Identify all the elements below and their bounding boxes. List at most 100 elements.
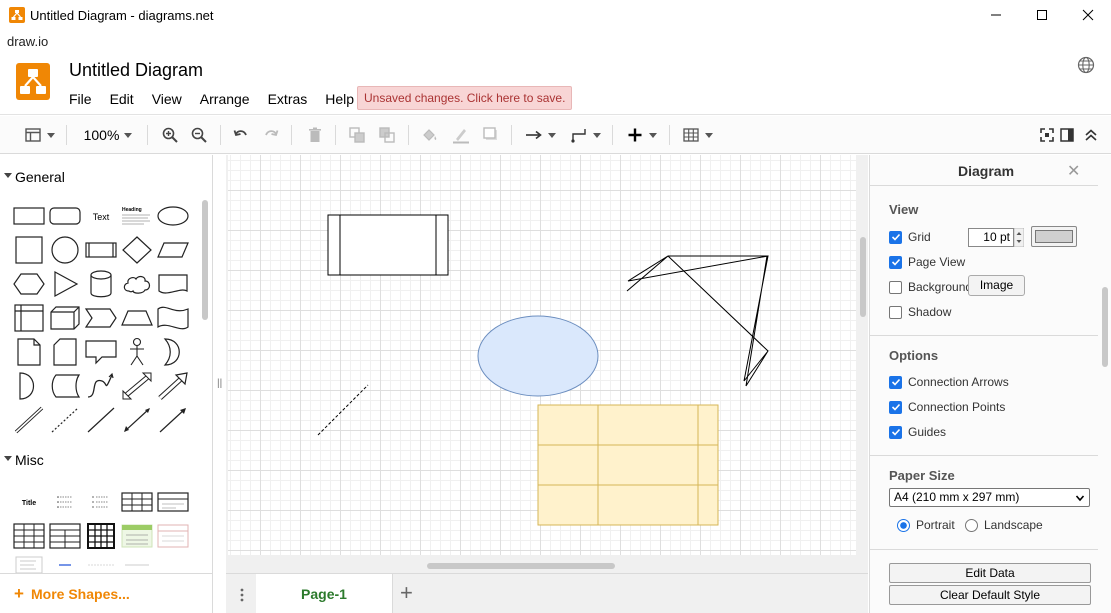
format-panel-scrollbar[interactable]: [1101, 157, 1109, 613]
shape-list[interactable]: [47, 485, 83, 519]
view-panels-button[interactable]: [22, 124, 56, 146]
shape-freehand-arrow[interactable]: [626, 255, 769, 387]
waypoints-button[interactable]: [568, 124, 602, 146]
background-image-button[interactable]: Image: [968, 275, 1025, 296]
shape-process[interactable]: [83, 233, 119, 267]
shape-parallelogram[interactable]: [155, 233, 191, 267]
shape-step[interactable]: [83, 301, 119, 335]
shape-table-2[interactable]: [47, 519, 83, 553]
shape-rectangle[interactable]: [11, 199, 47, 233]
format-panel-toggle[interactable]: [1058, 124, 1076, 146]
shape-circle[interactable]: [47, 233, 83, 267]
shape-cube[interactable]: [47, 301, 83, 335]
zoom-in-button[interactable]: [160, 124, 180, 146]
fill-color-button[interactable]: [420, 124, 440, 146]
menu-file[interactable]: File: [60, 90, 101, 110]
portrait-radio[interactable]: [897, 518, 910, 532]
shape-directional-connector[interactable]: [155, 403, 191, 437]
grid-size-input[interactable]: 10 pt: [968, 228, 1014, 247]
shape-pink-table[interactable]: [155, 519, 191, 553]
edit-data-button[interactable]: Edit Data: [889, 563, 1091, 583]
shape-tape[interactable]: [155, 301, 191, 335]
shape-dashed-line[interactable]: [47, 403, 83, 437]
table-button[interactable]: [680, 124, 714, 146]
shadow-checkbox-row[interactable]: Shadow: [889, 303, 951, 321]
line-color-button[interactable]: [450, 124, 472, 146]
section-general-header[interactable]: General: [0, 164, 200, 190]
shape-arrow[interactable]: [155, 369, 191, 403]
redo-button[interactable]: [261, 124, 281, 146]
shape-diamond[interactable]: [119, 233, 155, 267]
shape-title[interactable]: Title: [11, 485, 47, 519]
shape-curve[interactable]: [83, 369, 119, 403]
grid-size-spinner[interactable]: [1014, 228, 1024, 247]
panel-splitter-handle[interactable]: ||: [217, 378, 222, 389]
canvas-horizontal-scrollbar[interactable]: [427, 563, 615, 569]
shape-textbox[interactable]: Heading: [119, 199, 155, 233]
shape-bidirectional-arrow[interactable]: [119, 369, 155, 403]
diagram-canvas[interactable]: [226, 155, 868, 573]
shape-text[interactable]: Text: [83, 199, 119, 233]
shape-ellipse[interactable]: [155, 199, 191, 233]
menu-view[interactable]: View: [143, 90, 191, 110]
shape-blue-ellipse[interactable]: [477, 315, 599, 397]
shadow-checkbox[interactable]: [889, 305, 902, 319]
shape-actor[interactable]: [119, 335, 155, 369]
to-front-button[interactable]: [347, 124, 367, 146]
shape-numbered-list[interactable]: [83, 485, 119, 519]
maximize-button[interactable]: [1019, 0, 1065, 30]
shape-dashed-line[interactable]: [317, 384, 369, 436]
shape-rounded-rectangle[interactable]: [47, 199, 83, 233]
portrait-radio-row[interactable]: Portrait: [897, 516, 955, 534]
to-back-button[interactable]: [377, 124, 397, 146]
close-window-button[interactable]: [1065, 0, 1111, 30]
tab-page-1[interactable]: Page-1: [256, 574, 393, 613]
page-view-checkbox[interactable]: [889, 255, 902, 269]
connection-arrows-row[interactable]: Connection Arrows: [889, 373, 1009, 391]
more-shapes-button[interactable]: + More Shapes...: [0, 573, 212, 613]
connection-points-checkbox[interactable]: [889, 400, 902, 414]
shape-dark-table[interactable]: [83, 519, 119, 553]
insert-button[interactable]: [624, 124, 658, 146]
zoom-dropdown[interactable]: 100%: [80, 124, 136, 146]
shape-link[interactable]: [11, 403, 47, 437]
undo-button[interactable]: [231, 124, 251, 146]
connection-style-button[interactable]: [523, 124, 557, 146]
shape-table[interactable]: [119, 485, 155, 519]
connection-arrows-checkbox[interactable]: [889, 375, 902, 389]
scrollbar-thumb[interactable]: [1102, 287, 1108, 367]
shape-note[interactable]: [11, 335, 47, 369]
shape-process-box[interactable]: [327, 214, 449, 276]
shape-card[interactable]: [47, 335, 83, 369]
page-menu-icon[interactable]: [236, 586, 248, 604]
diagram-page[interactable]: [228, 155, 856, 555]
zoom-out-button[interactable]: [189, 124, 209, 146]
guides-row[interactable]: Guides: [889, 423, 946, 441]
shape-internal-storage[interactable]: [11, 301, 47, 335]
shape-square[interactable]: [11, 233, 47, 267]
shape-data-storage[interactable]: [47, 369, 83, 403]
menu-edit[interactable]: Edit: [101, 90, 143, 110]
grid-checkbox-row[interactable]: Grid: [889, 228, 931, 246]
shape-bidirectional-connector[interactable]: [119, 403, 155, 437]
page-view-checkbox-row[interactable]: Page View: [889, 253, 965, 271]
connection-points-row[interactable]: Connection Points: [889, 398, 1005, 416]
collapse-button[interactable]: [1080, 124, 1102, 146]
shape-document[interactable]: [155, 267, 191, 301]
shape-delay[interactable]: [11, 369, 47, 403]
landscape-radio-row[interactable]: Landscape: [965, 516, 1043, 534]
grid-color-button[interactable]: [1031, 226, 1077, 247]
shape-cloud[interactable]: [119, 267, 155, 301]
paper-size-select[interactable]: A4 (210 mm x 297 mm): [889, 488, 1090, 507]
shadow-button[interactable]: [481, 124, 501, 146]
document-title[interactable]: Untitled Diagram: [69, 60, 203, 81]
fullscreen-button[interactable]: [1038, 124, 1056, 146]
sidebar-scrollbar[interactable]: [202, 200, 208, 320]
shape-hexagon[interactable]: [11, 267, 47, 301]
shape-trapezoid[interactable]: [119, 301, 155, 335]
language-globe-icon[interactable]: [1077, 56, 1095, 74]
landscape-radio[interactable]: [965, 518, 978, 532]
shape-callout[interactable]: [83, 335, 119, 369]
clear-default-style-button[interactable]: Clear Default Style: [889, 585, 1091, 605]
canvas-vertical-scrollbar[interactable]: [860, 237, 866, 317]
